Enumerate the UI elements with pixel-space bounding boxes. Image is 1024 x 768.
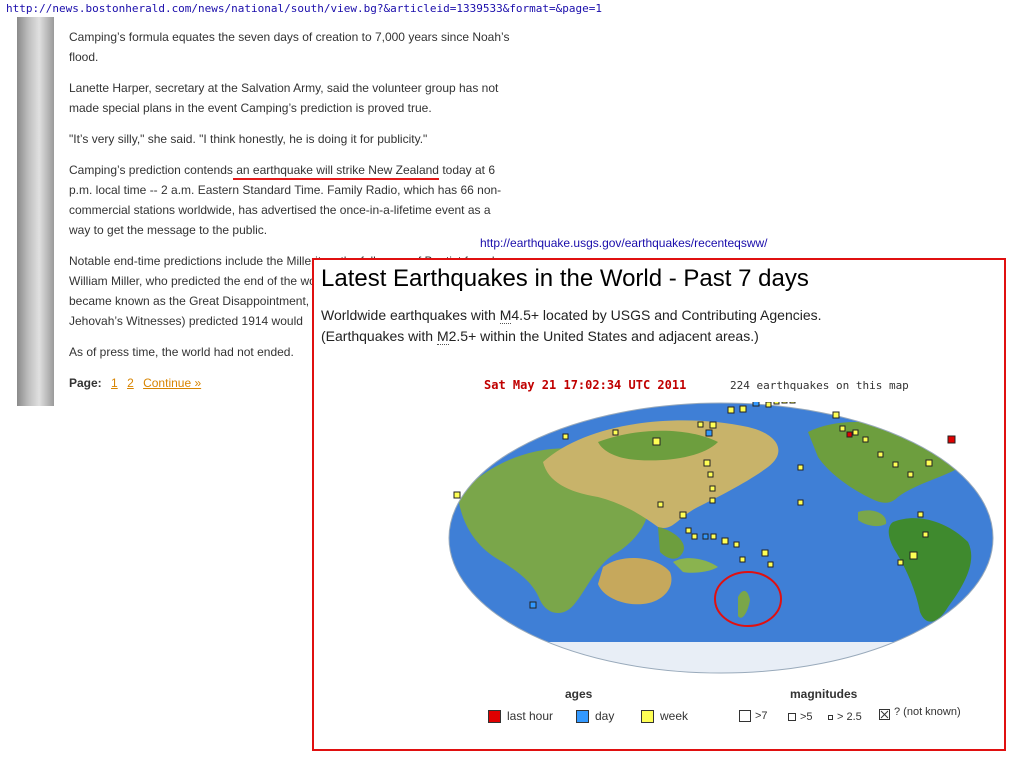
mag-unknown: ? (not known) xyxy=(879,706,964,720)
usgs-url-link[interactable]: http://earthquake.usgs.gov/earthquakes/r… xyxy=(480,236,768,250)
map-timestamp: Sat May 21 17:02:34 UTC 2011 xyxy=(484,378,687,392)
unknown-mag-icon xyxy=(879,709,890,720)
earthquake-panel: Latest Earthquakes in the World - Past 7… xyxy=(312,258,1006,751)
magnitudes-title: magnitudes xyxy=(790,687,858,701)
source-url-link[interactable]: http://news.bostonherald.com/news/nation… xyxy=(6,2,602,15)
desc2a: (Earthquakes with xyxy=(321,328,437,344)
world-map[interactable] xyxy=(448,402,994,674)
mag-label: > 2.5 xyxy=(837,711,862,723)
mag-gt7: >7 xyxy=(739,710,768,722)
age-day: day xyxy=(576,709,614,723)
mag-square-small xyxy=(828,714,833,720)
p4-text: Camping’s prediction contends xyxy=(69,163,233,177)
panel-description: Worldwide earthquakes with M4.5+ located… xyxy=(321,305,822,347)
mag-label: ? (not known) xyxy=(894,706,961,718)
underlined-claim: an earthquake will strike New Zealand xyxy=(232,163,439,180)
day-swatch xyxy=(576,709,589,723)
sidebar-gradient xyxy=(17,17,54,406)
age-week: week xyxy=(641,709,688,723)
age-label: week xyxy=(660,709,689,723)
mag-label: >5 xyxy=(800,711,813,723)
magnitude-abbr: M xyxy=(499,307,512,324)
panel-title: Latest Earthquakes in the World - Past 7… xyxy=(321,265,809,292)
paragraph-4: Camping’s prediction contends an earthqu… xyxy=(69,160,514,240)
desc2b: 2.5+ within the United States and adjace… xyxy=(448,328,759,344)
age-label: last hour xyxy=(507,709,554,723)
paragraph-3: "It’s very silly," she said. "I think ho… xyxy=(69,132,428,146)
last-hour-swatch xyxy=(488,709,501,723)
age-last-hour: last hour xyxy=(488,709,553,723)
week-swatch xyxy=(641,709,654,723)
ages-title: ages xyxy=(565,687,593,701)
pager-label: Page: xyxy=(69,376,102,390)
magnitude-abbr-2: M xyxy=(436,328,449,345)
mag-label: >7 xyxy=(755,710,768,722)
desc1a: Worldwide earthquakes with xyxy=(321,307,500,323)
desc1b: 4.5+ located by USGS and Contributing Ag… xyxy=(511,307,822,323)
earthquake-count: 224 earthquakes on this map xyxy=(730,379,909,392)
age-label: day xyxy=(595,709,615,723)
mag-square-large xyxy=(739,710,751,722)
page-2-link[interactable]: 2 xyxy=(127,376,134,390)
paragraph-1: Camping’s formula equates the seven days… xyxy=(69,30,510,64)
mag-gt2-5: > 2.5 xyxy=(828,711,862,723)
mag-gt5: >5 xyxy=(788,711,813,723)
page-1-link[interactable]: 1 xyxy=(111,376,118,390)
paragraph-2: Lanette Harper, secretary at the Salvati… xyxy=(69,81,499,115)
mag-square-medium xyxy=(788,713,796,721)
continue-link[interactable]: Continue » xyxy=(143,376,201,390)
